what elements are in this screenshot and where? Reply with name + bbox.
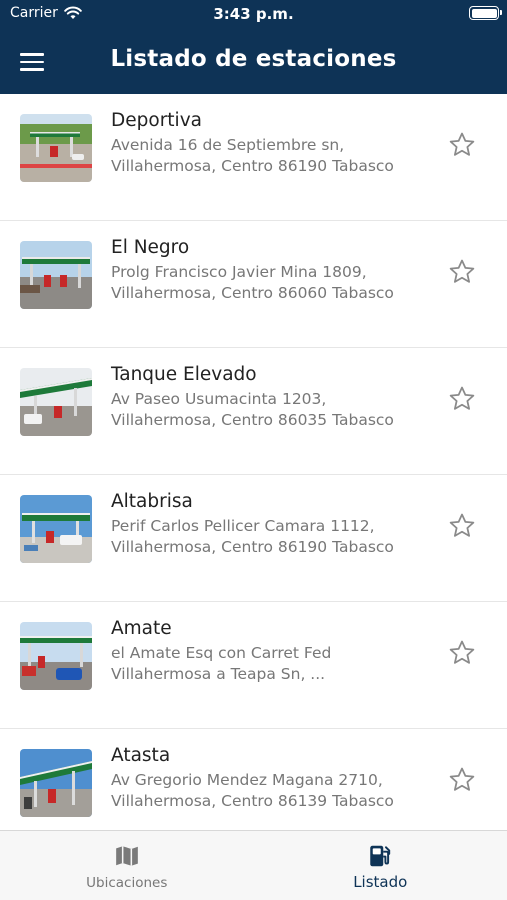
- station-photo: [20, 622, 92, 690]
- station-address-line2: Villahermosa a Teapa Sn, ...: [111, 665, 326, 683]
- station-address: Av Gregorio Mendez Magana 2710, Villaher…: [111, 770, 431, 812]
- map-icon: [115, 846, 138, 866]
- status-bar: Carrier 3:43 p.m.: [0, 0, 507, 30]
- star-icon[interactable]: [447, 384, 477, 414]
- tab-listado[interactable]: Listado: [254, 831, 507, 900]
- star-icon[interactable]: [447, 511, 477, 541]
- station-list-item[interactable]: Altabrisa Perif Carlos Pellicer Camara 1…: [0, 475, 507, 602]
- station-name: Amate: [111, 618, 172, 639]
- tab-ubicaciones[interactable]: Ubicaciones: [0, 831, 254, 900]
- star-icon[interactable]: [447, 765, 477, 795]
- station-address-line2: Villahermosa, Centro 86139 Tabasco: [111, 792, 394, 810]
- station-address-line1: Avenida 16 de Septiembre sn,: [111, 136, 345, 154]
- station-address-line1: Perif Carlos Pellicer Camara 1112,: [111, 517, 375, 535]
- station-address-line1: Prolg Francisco Javier Mina 1809,: [111, 263, 367, 281]
- station-address-line2: Villahermosa, Centro 86035 Tabasco: [111, 411, 394, 429]
- station-address: el Amate Esq con Carret Fed Villahermosa…: [111, 643, 431, 685]
- station-list-item[interactable]: Tanque Elevado Av Paseo Usumacinta 1203,…: [0, 348, 507, 475]
- tab-bar: Ubicaciones Listado: [0, 830, 507, 900]
- station-name: Tanque Elevado: [111, 364, 257, 385]
- app-header: Carrier 3:43 p.m. Listado de estaciones: [0, 0, 507, 94]
- star-icon[interactable]: [447, 638, 477, 668]
- station-address: Prolg Francisco Javier Mina 1809, Villah…: [111, 262, 431, 304]
- station-photo: [20, 495, 92, 563]
- station-address-line1: Av Gregorio Mendez Magana 2710,: [111, 771, 383, 789]
- station-list[interactable]: Deportiva Avenida 16 de Septiembre sn, V…: [0, 94, 507, 830]
- tab-label: Ubicaciones: [86, 875, 168, 891]
- station-photo: [20, 749, 92, 817]
- station-address-line1: Av Paseo Usumacinta 1203,: [111, 390, 327, 408]
- status-time: 3:43 p.m.: [213, 5, 294, 23]
- station-address-line2: Villahermosa, Centro 86190 Tabasco: [111, 157, 394, 175]
- star-icon[interactable]: [447, 130, 477, 160]
- station-photo: [20, 241, 92, 309]
- station-address-line2: Villahermosa, Centro 86190 Tabasco: [111, 538, 394, 556]
- star-icon[interactable]: [447, 257, 477, 287]
- station-name: Altabrisa: [111, 491, 193, 512]
- station-photo: [20, 368, 92, 436]
- station-list-item[interactable]: Atasta Av Gregorio Mendez Magana 2710, V…: [0, 729, 507, 830]
- station-address: Perif Carlos Pellicer Camara 1112, Villa…: [111, 516, 431, 558]
- station-list-item[interactable]: Deportiva Avenida 16 de Septiembre sn, V…: [0, 94, 507, 221]
- fuel-pump-icon: [370, 845, 391, 867]
- station-address-line1: el Amate Esq con Carret Fed: [111, 644, 332, 662]
- navbar: Listado de estaciones: [0, 30, 507, 94]
- station-photo: [20, 114, 92, 182]
- station-name: Deportiva: [111, 110, 202, 131]
- station-name: Atasta: [111, 745, 171, 766]
- station-address: Av Paseo Usumacinta 1203, Villahermosa, …: [111, 389, 431, 431]
- station-list-item[interactable]: Amate el Amate Esq con Carret Fed Villah…: [0, 602, 507, 729]
- station-address-line2: Villahermosa, Centro 86060 Tabasco: [111, 284, 394, 302]
- page-title: Listado de estaciones: [110, 46, 397, 72]
- station-list-item[interactable]: El Negro Prolg Francisco Javier Mina 180…: [0, 221, 507, 348]
- battery-icon: [469, 6, 502, 20]
- station-address: Avenida 16 de Septiembre sn, Villahermos…: [111, 135, 431, 177]
- station-name: El Negro: [111, 237, 190, 258]
- tab-label: Listado: [353, 873, 408, 891]
